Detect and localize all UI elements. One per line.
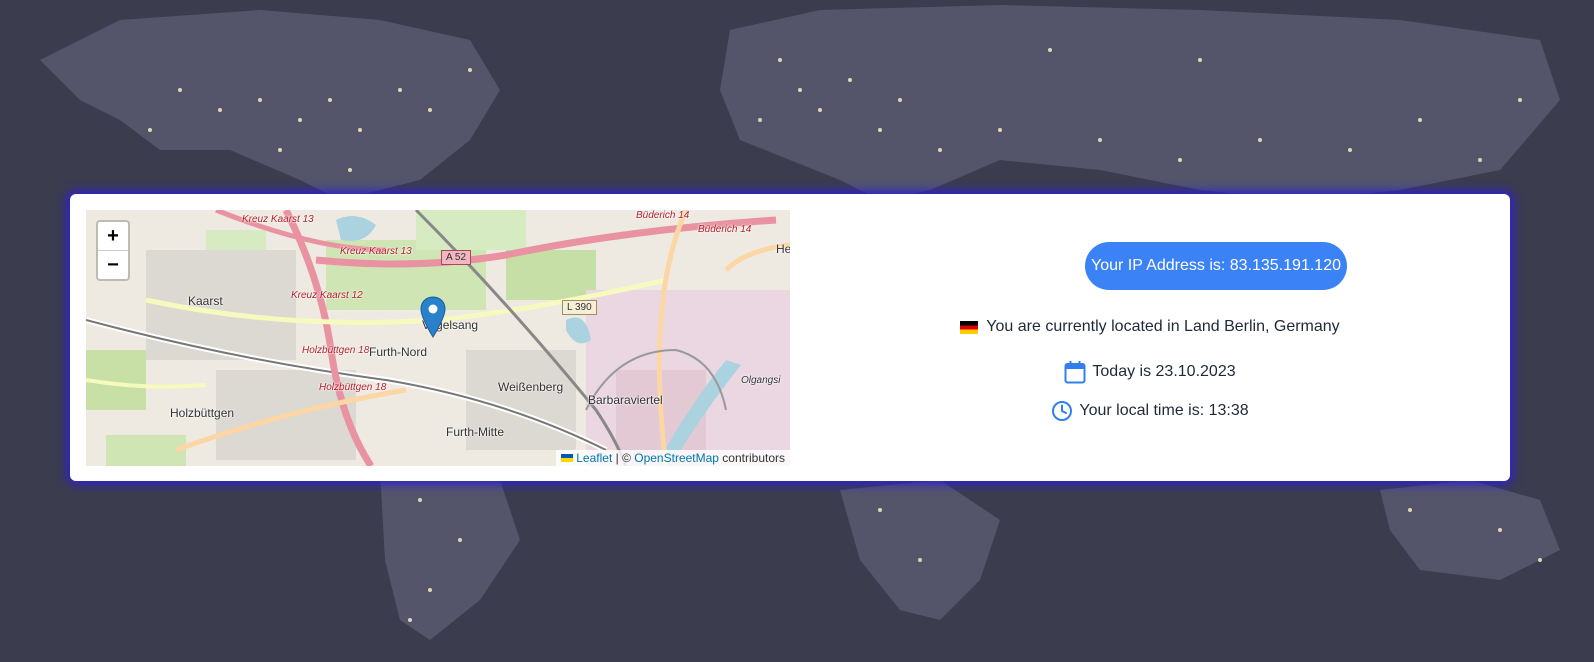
- ip-address-badge: Your IP Address is: 83.135.191.120: [1085, 242, 1347, 290]
- attribution-separator: | ©: [612, 451, 635, 465]
- map-tiles: [86, 210, 790, 466]
- map-road-label: Büderich 14: [636, 210, 690, 221]
- zoom-out-button[interactable]: −: [98, 251, 128, 279]
- clock-icon: [1052, 401, 1073, 421]
- map-road-label: Büderich 14: [698, 224, 752, 235]
- map-place-label: Furth-Nord: [369, 345, 428, 359]
- map-road-label: Holzbüttgen 18: [302, 345, 370, 356]
- map-attribution: Leaflet | © OpenStreetMap contributors: [556, 450, 790, 466]
- map-road-label: Holzbüttgen 18: [319, 382, 387, 393]
- info-panel: Your IP Address is: 83.135.191.120 You a…: [790, 194, 1510, 481]
- map-road-shield: A 52: [441, 250, 472, 265]
- date-row: Today is 23.10.2023: [790, 360, 1510, 384]
- map-place-label: He: [776, 242, 790, 256]
- date-text: Today is 23.10.2023: [1092, 363, 1236, 380]
- map-road-label: Kreuz Kaarst 12: [291, 290, 363, 301]
- calendar-icon: [1064, 361, 1086, 384]
- map-place-label: Furth-Mitte: [446, 425, 505, 439]
- map-place-label: Barbaraviertel: [588, 393, 663, 407]
- time-text: Your local time is: 13:38: [1079, 402, 1249, 419]
- map-road-shield: L 390: [562, 300, 597, 315]
- attribution-suffix: contributors: [718, 451, 785, 465]
- map-place-label: Holzbüttgen: [170, 406, 235, 420]
- time-row: Your local time is: 13:38: [790, 400, 1510, 422]
- ukraine-flag-icon: [561, 454, 574, 462]
- leaflet-map[interactable]: Kreuz Kaarst 13 Kreuz Kaarst 13 Kreuz Ka…: [86, 210, 790, 466]
- location-card: Kreuz Kaarst 13 Kreuz Kaarst 13 Kreuz Ka…: [70, 194, 1510, 481]
- map-road-label: Kreuz Kaarst 13: [340, 246, 412, 257]
- zoom-in-button[interactable]: +: [98, 222, 128, 251]
- location-row: You are currently located in Land Berlin…: [790, 318, 1510, 336]
- germany-flag-icon: [960, 320, 979, 334]
- location-text: You are currently located in Land Berlin…: [986, 318, 1340, 335]
- map-marker-icon[interactable]: [420, 296, 446, 338]
- zoom-control: + −: [96, 220, 130, 281]
- map-place-label: Kaarst: [188, 294, 223, 308]
- leaflet-link[interactable]: Leaflet: [576, 451, 612, 465]
- map-place-label: Weißenberg: [498, 380, 564, 394]
- map-road-label: Kreuz Kaarst 13: [242, 214, 314, 225]
- map-place-label: Olgangsi: [741, 375, 781, 386]
- openstreetmap-link[interactable]: OpenStreetMap: [634, 451, 719, 465]
